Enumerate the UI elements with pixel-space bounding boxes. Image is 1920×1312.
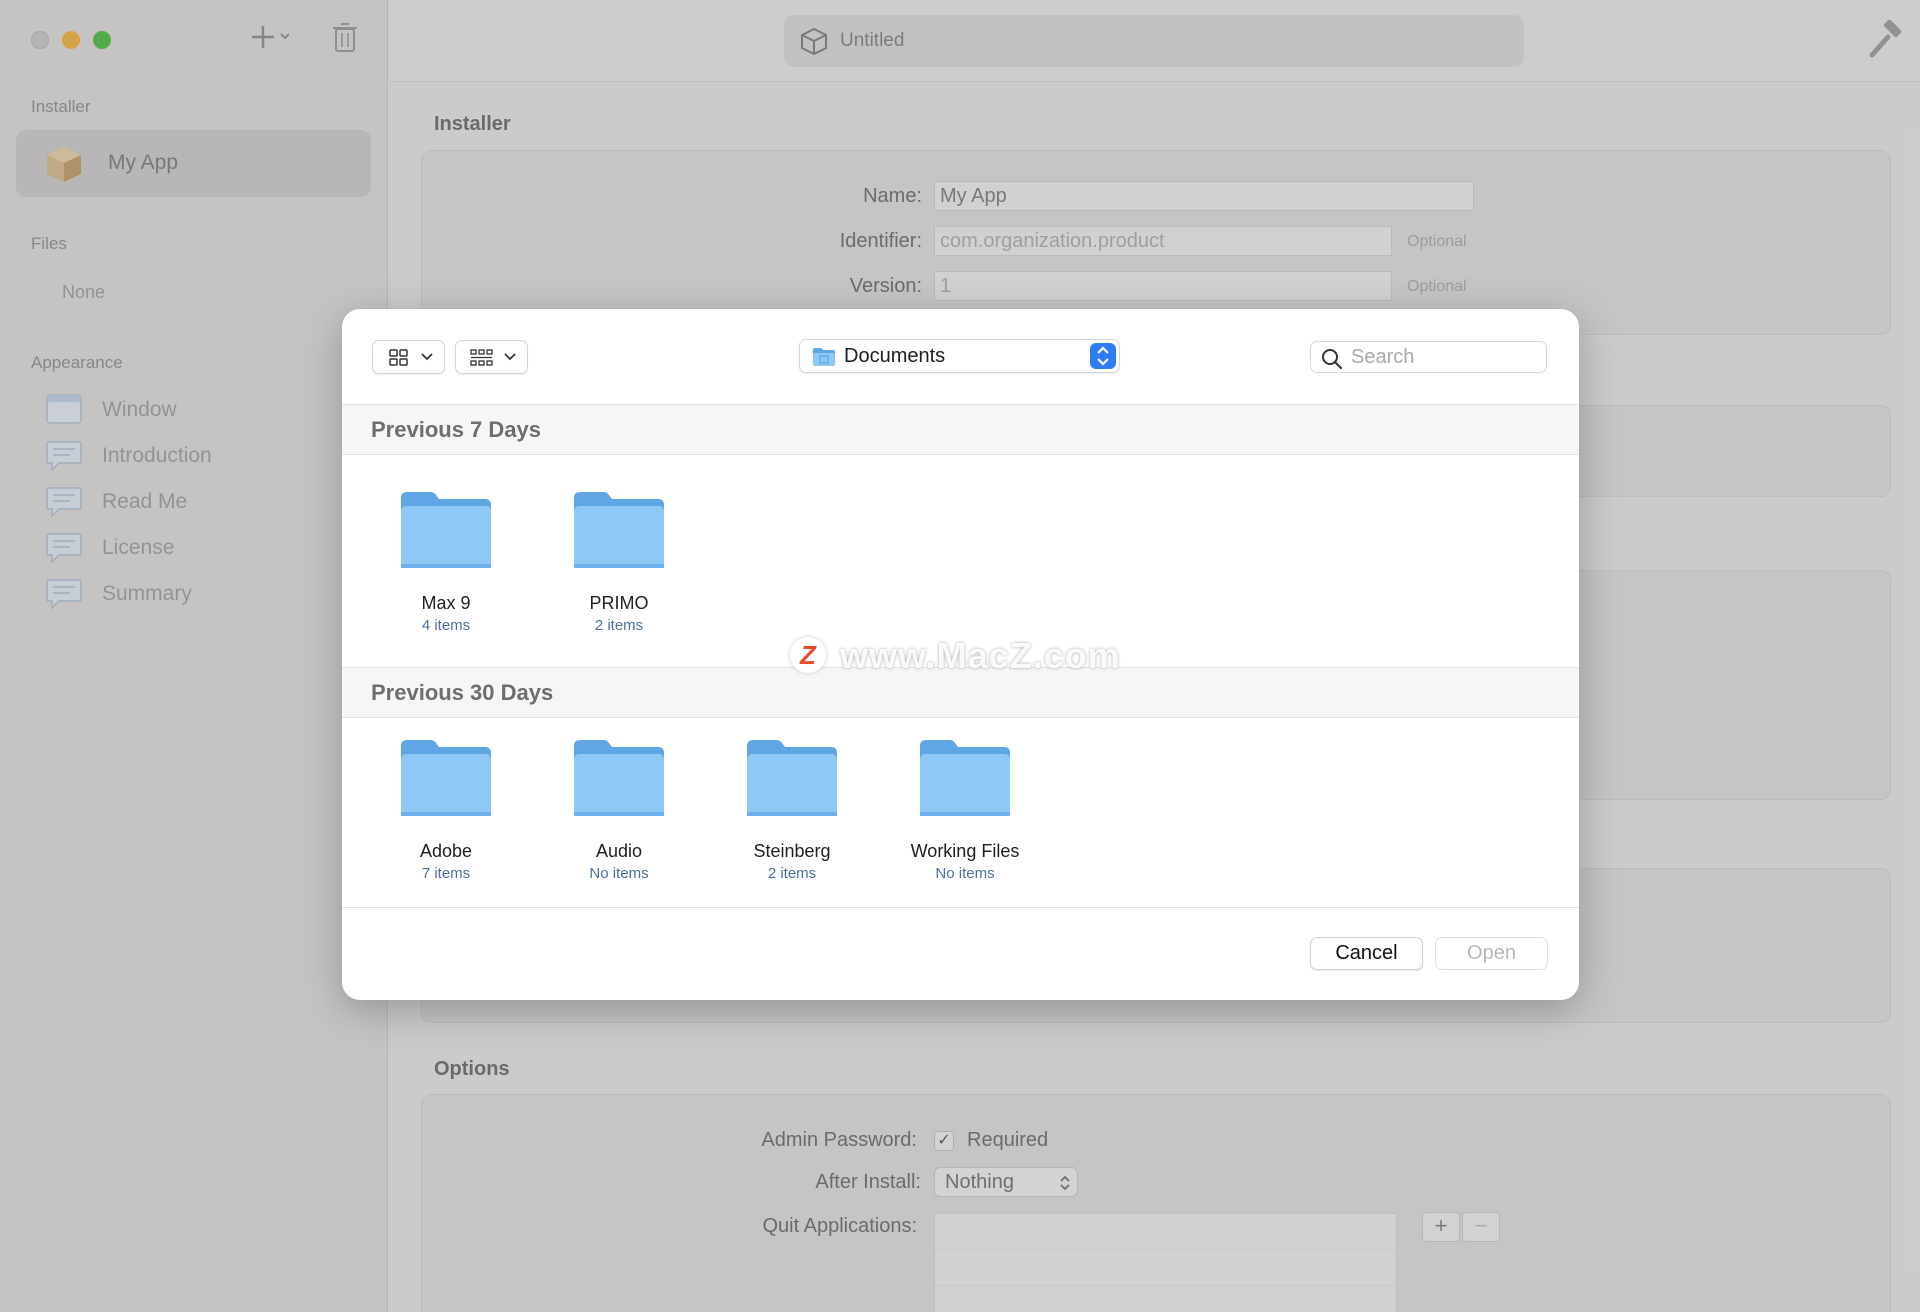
folder-item-primo[interactable]: PRIMO 2 items xyxy=(544,490,694,640)
folder-icon xyxy=(574,492,664,568)
folder-item-count: No items xyxy=(935,865,995,882)
folder-name: Working Files xyxy=(910,841,1020,861)
group-view-icon xyxy=(470,349,493,366)
watermark-text: www.MacZ.com xyxy=(840,635,1121,676)
folder-name: PRIMO xyxy=(589,593,649,613)
group-header-previous-7-days: Previous 7 Days xyxy=(342,405,1579,455)
group-title: Previous 7 Days xyxy=(371,417,541,442)
folder-item-adobe[interactable]: Adobe 7 items xyxy=(371,738,521,888)
folder-item-count: 4 items xyxy=(421,617,471,634)
documents-folder-icon xyxy=(813,348,835,366)
open-button[interactable]: Open xyxy=(1435,937,1548,970)
search-icon xyxy=(1322,349,1343,370)
location-stepper xyxy=(1090,343,1116,369)
folder-item-count: 2 items xyxy=(594,617,644,634)
cancel-button[interactable]: Cancel xyxy=(1310,937,1423,970)
folder-icon xyxy=(401,492,491,568)
folder-icon xyxy=(920,740,1010,816)
grid-view-icon xyxy=(389,349,408,366)
folder-item-steinberg[interactable]: Steinberg 2 items xyxy=(717,738,867,888)
group-title: Previous 30 Days xyxy=(371,680,554,705)
location-popup[interactable]: Documents xyxy=(799,339,1120,373)
folder-icon xyxy=(401,740,491,816)
folder-item-audio[interactable]: Audio No items xyxy=(544,738,694,888)
folder-item-count: 2 items xyxy=(767,865,817,882)
folder-item-count: No items xyxy=(589,865,649,882)
view-mode-button[interactable] xyxy=(372,340,445,374)
watermark-logo: Z xyxy=(790,637,826,673)
folder-item-working-files[interactable]: Working Files No items xyxy=(890,738,1040,888)
chevron-down-icon xyxy=(504,353,516,361)
folder-item-count: 7 items xyxy=(421,865,471,882)
group-previous-30-days: Adobe 7 items Audio No items Steinberg 2… xyxy=(342,718,1579,908)
folder-icon xyxy=(747,740,837,816)
folder-name: Adobe xyxy=(419,841,473,861)
folder-name: Steinberg xyxy=(753,841,831,861)
search-input[interactable] xyxy=(1351,345,1536,369)
location-label: Documents xyxy=(844,345,946,367)
open-file-dialog: Documents Previous 7 Days xyxy=(342,309,1579,1000)
group-by-button[interactable] xyxy=(455,340,528,374)
folder-icon xyxy=(574,740,664,816)
chevron-down-icon xyxy=(421,353,433,361)
dialog-toolbar: Documents xyxy=(342,309,1579,405)
search-field[interactable] xyxy=(1310,341,1547,373)
folder-item-max-9[interactable]: Max 9 4 items xyxy=(371,490,521,640)
folder-name: Max 9 xyxy=(421,593,471,613)
up-down-chevron-icon xyxy=(1097,346,1109,366)
folder-name: Audio xyxy=(595,841,643,861)
